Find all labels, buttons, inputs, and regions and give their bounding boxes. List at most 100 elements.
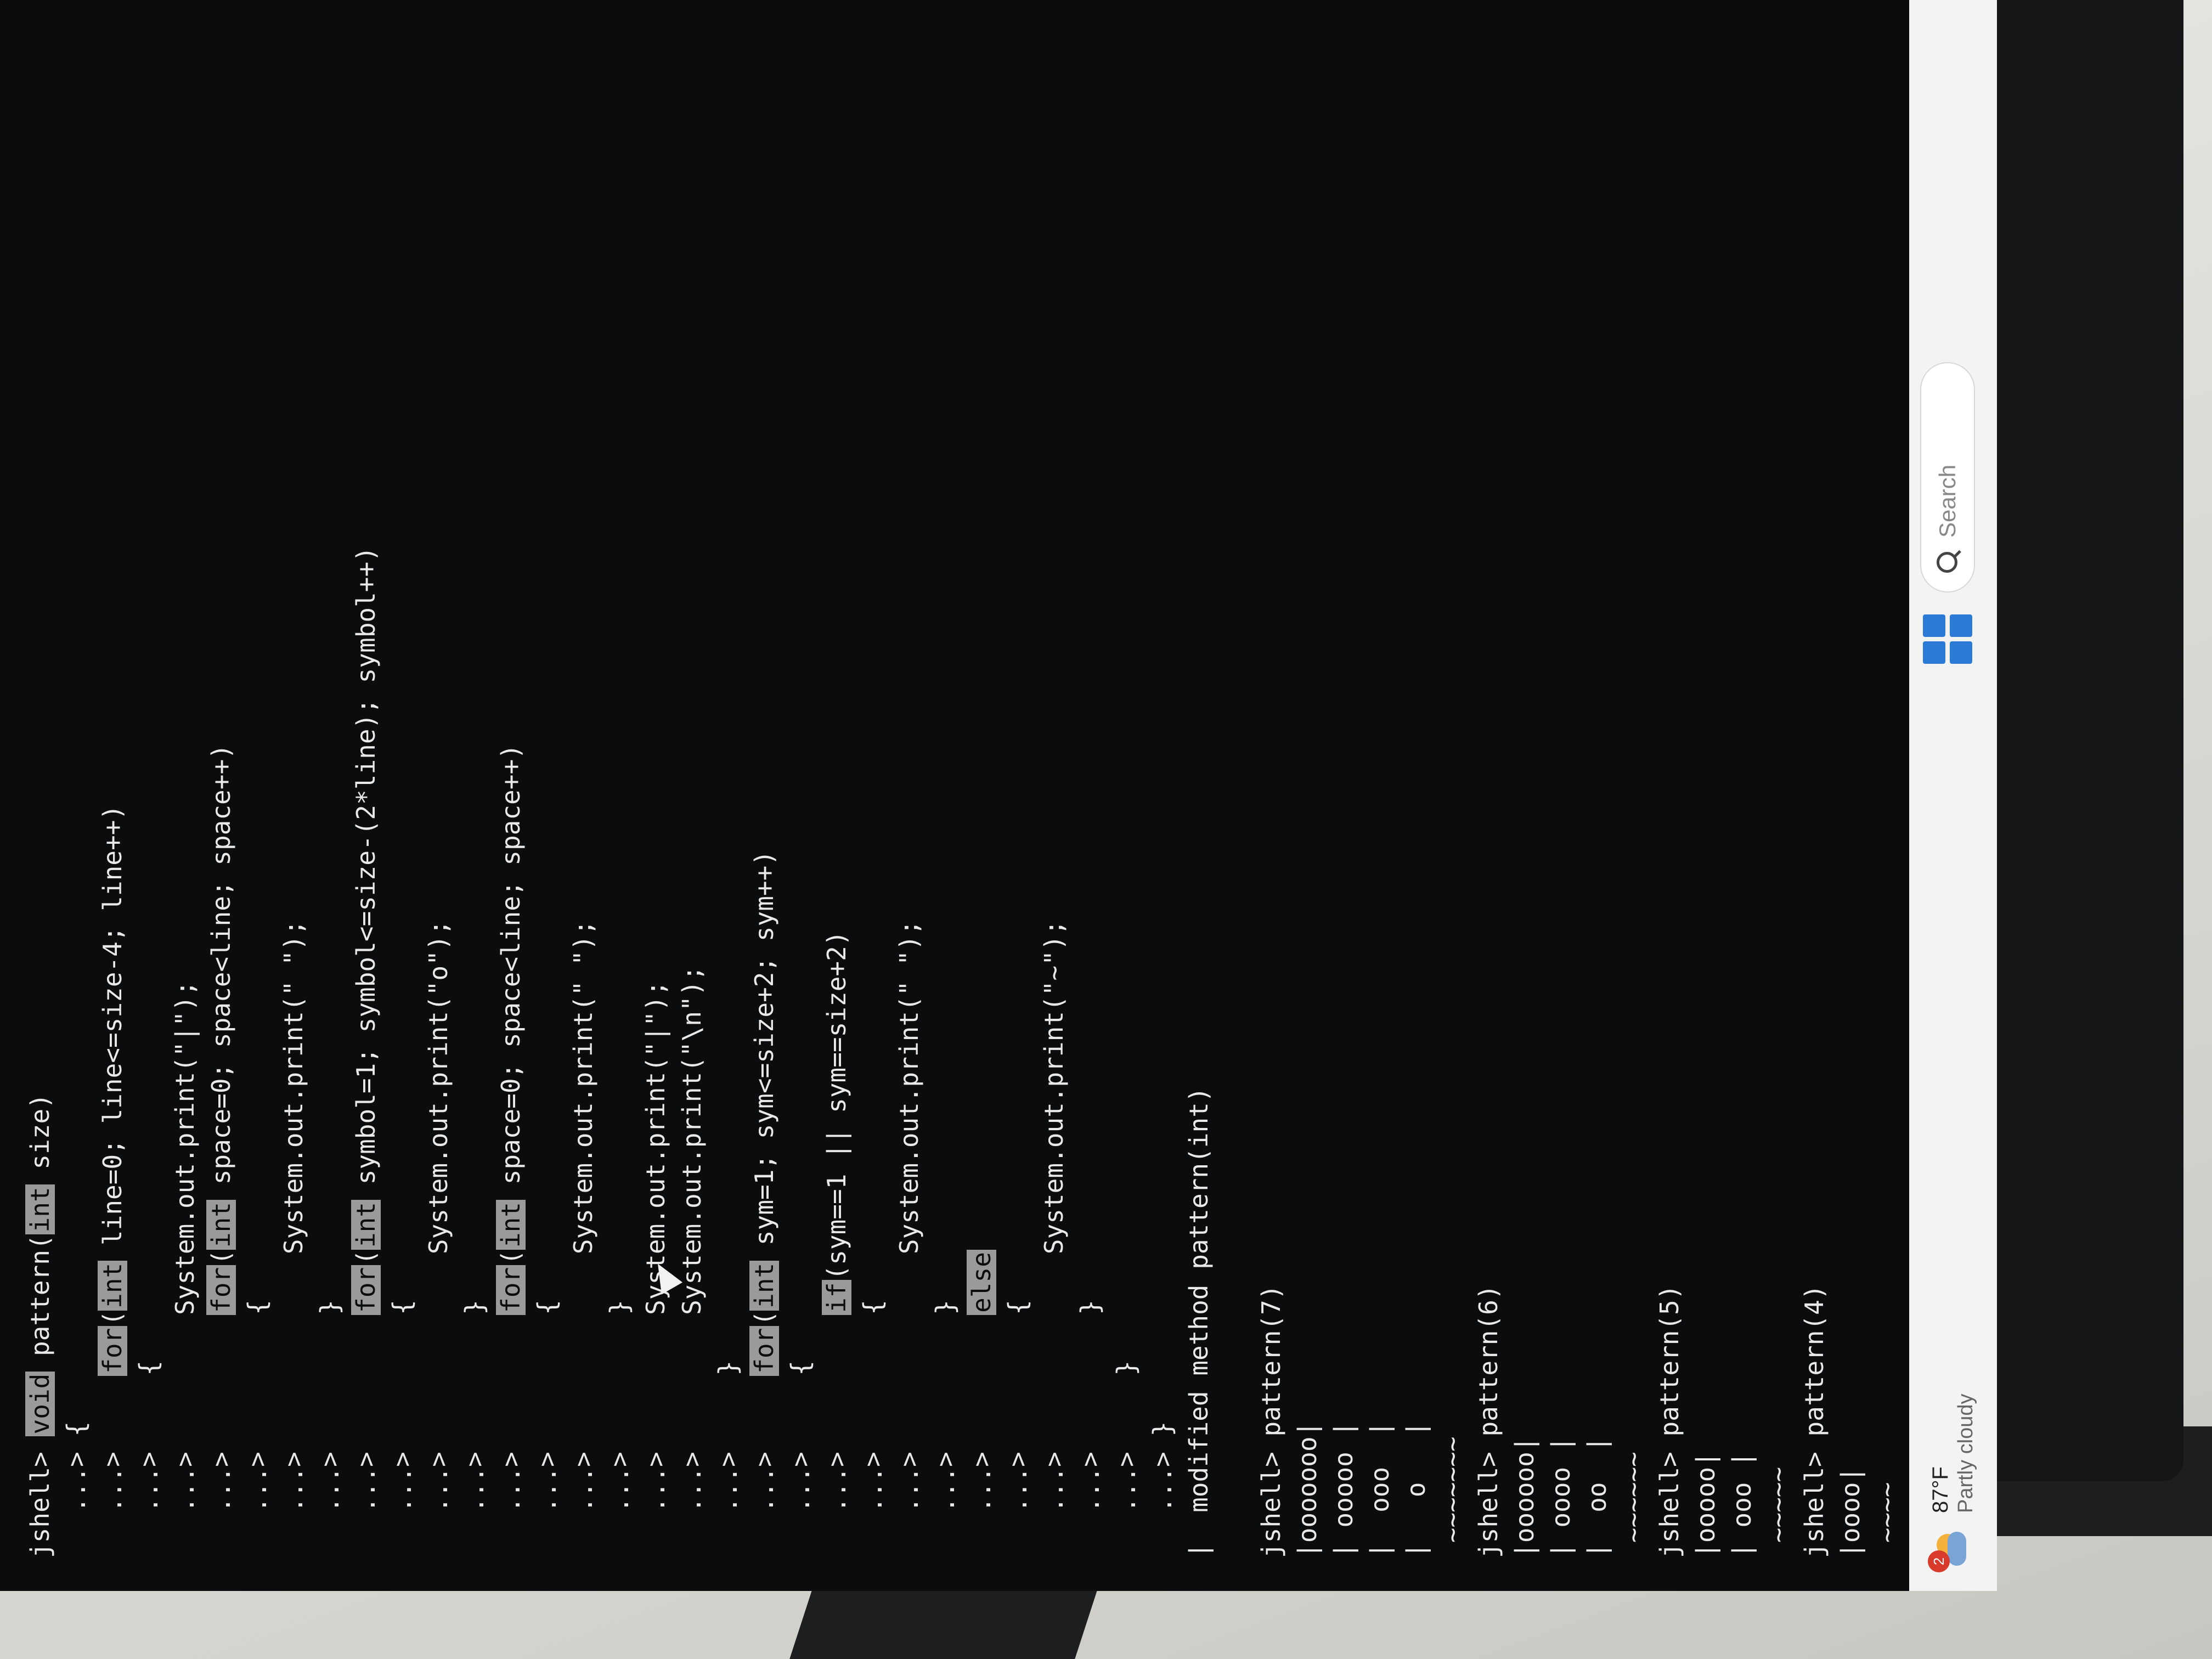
terminal-line: ~~~~~~ bbox=[1615, 33, 1651, 1558]
terminal-text: ~~~~ bbox=[1872, 1482, 1901, 1558]
terminal-text: ...> System.out.print("o"); bbox=[424, 919, 453, 1558]
terminal-line: ...> System.out.print("\n"); bbox=[674, 33, 710, 1558]
terminal-line: ...> System.out.print("|"); bbox=[637, 33, 674, 1558]
terminal-text: ...> System.out.print("~"); bbox=[1039, 919, 1069, 1558]
terminal-text: | ooooo | bbox=[1329, 1421, 1358, 1558]
terminal-line: | ooooo | bbox=[1325, 33, 1362, 1558]
keyword-highlight: for bbox=[749, 1325, 779, 1376]
keyword-highlight: for bbox=[98, 1325, 127, 1376]
terminal-text: ...> bbox=[206, 1314, 236, 1558]
terminal-text: pattern( bbox=[25, 1234, 55, 1372]
terminal-line: |oooo| bbox=[1832, 33, 1869, 1558]
terminal-line: ...> { bbox=[384, 33, 420, 1558]
terminal-line: ...> for(int sym=1; sym<=size+2; sym++) bbox=[746, 33, 782, 1558]
jshell-terminal[interactable]: jshell> void pattern(int size) ...> { ..… bbox=[0, 0, 1974, 1591]
keyword-highlight: else bbox=[967, 1250, 996, 1315]
partly-cloudy-icon: 2 bbox=[1928, 1525, 1975, 1572]
terminal-text: ...> bbox=[822, 1314, 851, 1558]
terminal-text: | oooo | bbox=[1546, 1436, 1576, 1558]
weather-widget[interactable]: 2 87°F Partly cloudy bbox=[1928, 1393, 1978, 1572]
keyword-highlight: int bbox=[98, 1260, 127, 1311]
keyword-highlight: int bbox=[351, 1200, 381, 1250]
terminal-line: ...> else bbox=[963, 33, 1000, 1558]
keyword-highlight: int bbox=[25, 1184, 55, 1235]
weather-condition: Partly cloudy bbox=[1954, 1393, 1977, 1513]
terminal-line: jshell> pattern(5) bbox=[1651, 33, 1688, 1559]
terminal-text: ~~~~~~ bbox=[1618, 1452, 1648, 1558]
terminal-text: ...> bbox=[496, 1314, 526, 1558]
terminal-text: |ooooo| bbox=[1691, 1452, 1720, 1558]
terminal-line: | o | bbox=[1398, 33, 1434, 1558]
terminal-line: ~~~~~ bbox=[1760, 33, 1796, 1558]
terminal-line: ...> System.out.print("|"); bbox=[167, 33, 203, 1558]
terminal-line: ...> if(sym==1 || sym==size+2) bbox=[819, 33, 855, 1558]
terminal-text: space=0; space<line; space++) bbox=[496, 744, 526, 1200]
terminal-text: jshell> pattern(5) bbox=[1655, 1284, 1684, 1559]
terminal-line: ...> for(int symbol=1; symbol<=size-(2*l… bbox=[348, 33, 384, 1558]
terminal-line: jshell> pattern(4) bbox=[1796, 33, 1832, 1559]
terminal-text: ...> System.out.print(" "); bbox=[279, 919, 308, 1558]
terminal-text: ...> bbox=[749, 1375, 779, 1558]
terminal-text: jshell> pattern(6) bbox=[1474, 1284, 1503, 1559]
terminal-text: ...> bbox=[351, 1314, 381, 1558]
terminal-text: ...> } bbox=[1148, 1421, 1177, 1558]
search-box[interactable]: Search bbox=[1920, 362, 1975, 592]
terminal-text: |oooooo| bbox=[1510, 1436, 1539, 1558]
terminal-line: ...> { bbox=[1000, 33, 1036, 1558]
start-button[interactable] bbox=[1923, 614, 1972, 664]
terminal-text: ...> } bbox=[605, 1300, 634, 1558]
terminal-text: ~~~~~~~ bbox=[1437, 1436, 1467, 1558]
terminal-line: |ooooooo| bbox=[1289, 33, 1325, 1558]
terminal-text: line=0; line<=size-4; line++) bbox=[98, 804, 127, 1261]
terminal-text: ...> { bbox=[242, 1300, 272, 1558]
keyword-highlight: int bbox=[749, 1260, 779, 1311]
terminal-text: | o | bbox=[1401, 1421, 1431, 1558]
terminal-text: ...> } bbox=[713, 1360, 743, 1558]
terminal-text: ...> } bbox=[1075, 1300, 1105, 1558]
terminal-line: |ooooo| bbox=[1688, 33, 1724, 1558]
terminal-text: |ooooooo| bbox=[1293, 1421, 1322, 1558]
terminal-line: ...> for(int space=0; space<line; space+… bbox=[203, 33, 239, 1558]
terminal-text: ...> { bbox=[61, 1421, 91, 1558]
keyword-highlight: for bbox=[496, 1265, 526, 1315]
terminal-line: | ooo | bbox=[1362, 33, 1398, 1558]
terminal-text: ...> { bbox=[532, 1300, 562, 1558]
terminal-line: ...> } bbox=[1072, 33, 1108, 1558]
terminal-line: ...> System.out.print("~"); bbox=[1036, 33, 1072, 1558]
terminal-line: ...> } bbox=[312, 33, 348, 1558]
terminal-text: ( bbox=[98, 1310, 127, 1326]
terminal-text: | modified method pattern(int) bbox=[1184, 1087, 1214, 1558]
terminal-line: jshell> void pattern(int size) bbox=[22, 33, 58, 1558]
terminal-text: ( bbox=[496, 1250, 526, 1265]
terminal-line: ...> for(int space=0; space<line; space+… bbox=[493, 33, 529, 1558]
terminal-text: ...> } bbox=[315, 1300, 345, 1558]
terminal-line: ...> } bbox=[710, 33, 746, 1558]
keyword-highlight: if bbox=[822, 1280, 851, 1315]
terminal-text: | oo | bbox=[1582, 1436, 1612, 1558]
terminal-text: |oooo| bbox=[1836, 1466, 1865, 1558]
terminal-line: ...> } bbox=[1144, 33, 1181, 1558]
terminal-text: size) bbox=[25, 1093, 55, 1185]
terminal-text: ~~~~~ bbox=[1763, 1466, 1793, 1558]
monitor-bezel: jshell> void pattern(int size) ...> { ..… bbox=[0, 0, 2183, 1591]
terminal-line: ...> System.out.print(" "); bbox=[891, 33, 927, 1558]
terminal-line: ...> System.out.print(" "); bbox=[275, 33, 312, 1558]
terminal-text: ...> { bbox=[387, 1300, 417, 1558]
terminal-text: ...> } bbox=[930, 1300, 960, 1558]
terminal-line: jshell> pattern(6) bbox=[1470, 33, 1506, 1559]
terminal-line: | modified method pattern(int) bbox=[1181, 33, 1217, 1558]
search-label: Search bbox=[1934, 464, 1960, 538]
keyword-highlight: for bbox=[351, 1265, 381, 1315]
terminal-text: ...> { bbox=[858, 1300, 888, 1558]
terminal-text: ( bbox=[351, 1250, 381, 1265]
terminal-line: | ooo | bbox=[1724, 33, 1760, 1558]
terminal-line: ...> { bbox=[855, 33, 891, 1558]
terminal-line: jshell> pattern(7) bbox=[1253, 33, 1289, 1559]
terminal-line: ...> { bbox=[529, 33, 565, 1558]
terminal-text: symbol=1; symbol<=size-(2*line); symbol+… bbox=[351, 546, 381, 1200]
terminal-line: ...> System.out.print("o"); bbox=[420, 33, 456, 1558]
terminal-text: ...> System.out.print("\n"); bbox=[677, 965, 707, 1558]
terminal-line: ...> { bbox=[239, 33, 275, 1558]
search-icon bbox=[1937, 550, 1961, 573]
terminal-text: ...> { bbox=[786, 1360, 815, 1558]
